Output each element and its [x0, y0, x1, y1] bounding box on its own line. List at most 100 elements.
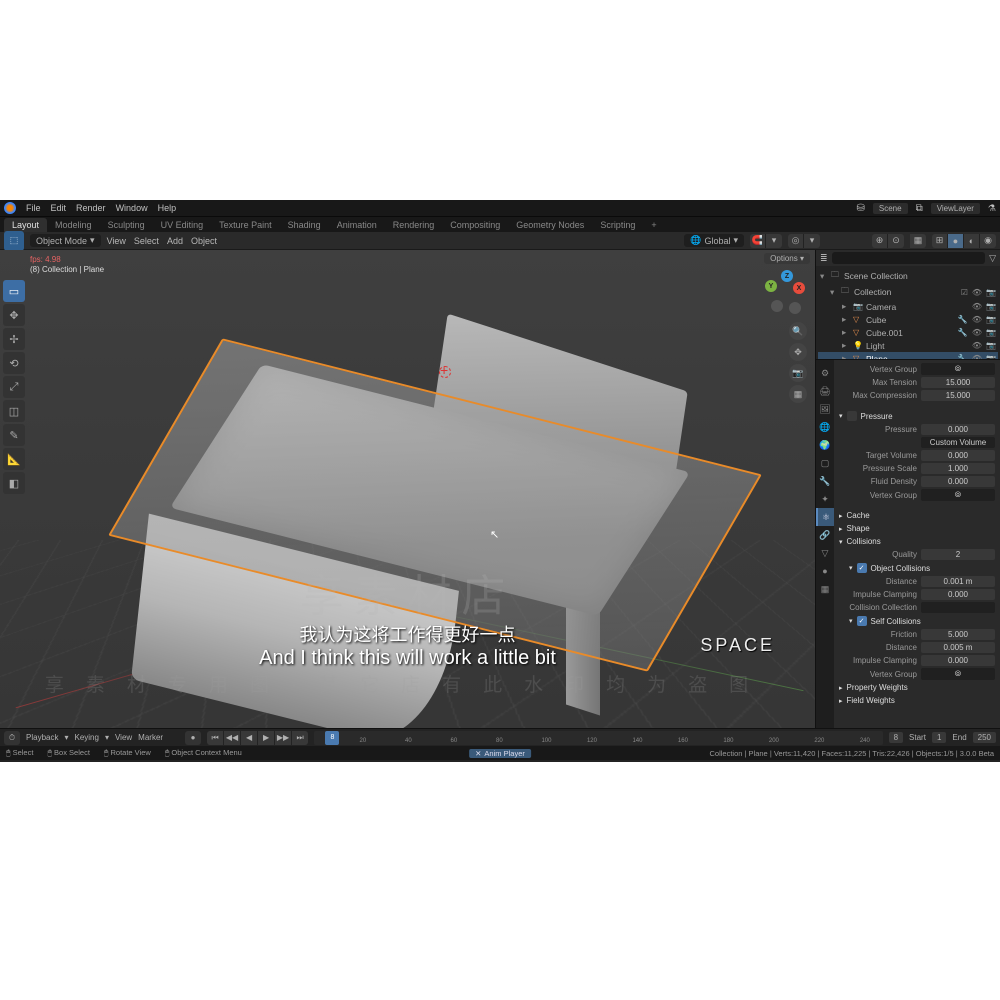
timeline-ruler[interactable]: 8 20 40 60 80 100 120 140 160 180 200 22…	[314, 731, 883, 745]
tab-geometry-nodes[interactable]: Geometry Nodes	[508, 218, 592, 232]
menu-marker[interactable]: Marker	[138, 733, 163, 742]
menu-view[interactable]: View	[107, 236, 126, 246]
zoom-icon[interactable]: 🔍	[789, 322, 807, 340]
menu-window[interactable]: Window	[116, 203, 148, 213]
snap-toggle[interactable]: 🧲	[750, 234, 766, 248]
tab-shading[interactable]: Shading	[280, 218, 329, 232]
ptab-material[interactable]: ●	[816, 562, 834, 580]
menu-edit[interactable]: Edit	[51, 203, 67, 213]
menu-keying[interactable]: Keying	[74, 733, 98, 742]
field-distance[interactable]: 0.001 m	[921, 576, 995, 587]
field-custom-volume[interactable]: Custom Volume	[921, 437, 995, 448]
section-shape[interactable]: ▸Shape	[839, 522, 995, 535]
tool-select-box[interactable]: ▭	[3, 280, 25, 302]
next-keyframe-button[interactable]: ▶▶	[275, 731, 291, 745]
menu-render[interactable]: Render	[76, 203, 106, 213]
filter-icon[interactable]: ⚗	[988, 203, 996, 214]
field-friction[interactable]: 5.000	[921, 629, 995, 640]
menu-playback[interactable]: Playback	[26, 733, 58, 742]
tab-add[interactable]: +	[643, 218, 664, 232]
field-max-tension[interactable]: 15.000	[921, 377, 995, 388]
auto-keying[interactable]: ●	[185, 731, 201, 745]
viewlayer-name-field[interactable]: ViewLayer	[931, 203, 980, 214]
start-frame-field[interactable]: 1	[932, 732, 946, 743]
section-object-collisions[interactable]: ▾✓Object Collisions	[839, 561, 995, 575]
ptab-particles[interactable]: ✦	[816, 490, 834, 508]
eye-icon[interactable]: 👁	[972, 302, 982, 311]
tool-move[interactable]: ✢	[3, 328, 25, 350]
tool-measure[interactable]: 📐	[3, 448, 25, 470]
mode-dropdown[interactable]: Object Mode ▾	[30, 234, 101, 247]
outliner-editor-icon[interactable]: ≣	[820, 253, 828, 264]
ptab-texture[interactable]: ▦	[816, 580, 834, 598]
menu-select[interactable]: Select	[134, 236, 159, 246]
tab-layout[interactable]: Layout	[4, 218, 47, 232]
tree-item-cube[interactable]: ▸▽Cube🔧👁📷	[818, 313, 998, 326]
outliner-search[interactable]	[832, 252, 986, 264]
checkbox-pressure[interactable]	[847, 411, 857, 421]
shading-rendered[interactable]: ◉	[980, 234, 996, 248]
camera-view-icon[interactable]: 📷	[789, 364, 807, 382]
menu-object[interactable]: Object	[191, 236, 217, 246]
ptab-scene[interactable]: 🌐	[816, 418, 834, 436]
timeline-editor-icon[interactable]: ⏱	[4, 731, 20, 745]
section-pressure[interactable]: ▾Pressure	[839, 409, 995, 423]
section-property-weights[interactable]: ▸Property Weights	[839, 681, 995, 694]
close-icon[interactable]: ✕	[475, 749, 481, 758]
current-frame-field[interactable]: 8	[889, 732, 903, 743]
pan-icon[interactable]: ✥	[789, 343, 807, 361]
gizmo-x-axis[interactable]: X	[793, 282, 805, 294]
navigation-gizmo[interactable]: Z Y X	[763, 272, 807, 316]
checkbox-icon[interactable]: ☑	[961, 288, 968, 297]
field-pressure-scale[interactable]: 1.000	[921, 463, 995, 474]
ptab-physics[interactable]: ⚛	[816, 508, 834, 526]
field-fluid-density[interactable]: 0.000	[921, 476, 995, 487]
render-icon[interactable]: 📷	[986, 288, 996, 297]
eye-icon[interactable]: 👁	[972, 341, 982, 350]
section-cache[interactable]: ▸Cache	[839, 509, 995, 522]
menu-file[interactable]: File	[26, 203, 41, 213]
scene-browse-icon[interactable]: ⛁	[856, 203, 864, 214]
tab-rendering[interactable]: Rendering	[385, 218, 443, 232]
scene-name-field[interactable]: Scene	[873, 203, 908, 214]
section-self-collisions[interactable]: ▾✓Self Collisions	[839, 614, 995, 628]
viewport-canvas[interactable]: ↖	[0, 250, 815, 728]
field-impulse-clamping2[interactable]: 0.000	[921, 655, 995, 666]
tab-uv-editing[interactable]: UV Editing	[153, 218, 212, 232]
tree-item-plane[interactable]: ▸▽Plane🔧👁📷	[818, 352, 998, 360]
playhead[interactable]: 8	[325, 731, 339, 745]
gizmo-neg-axis2[interactable]	[789, 302, 801, 314]
section-field-weights[interactable]: ▸Field Weights	[839, 694, 995, 707]
shading-wireframe[interactable]: ⊞	[932, 234, 948, 248]
play-button[interactable]: ▶	[258, 731, 274, 745]
tree-collection[interactable]: ▾🗀Collection☑👁📷	[818, 284, 998, 300]
tree-item-cube001[interactable]: ▸▽Cube.001🔧👁📷	[818, 326, 998, 339]
menu-add[interactable]: Add	[167, 236, 183, 246]
overlay-toggle[interactable]: ⊙	[888, 234, 904, 248]
shading-material[interactable]: ◐	[964, 234, 980, 248]
tree-item-camera[interactable]: ▸📷Camera👁📷	[818, 300, 998, 313]
tool-annotate[interactable]: ✎	[3, 424, 25, 446]
tab-scripting[interactable]: Scripting	[592, 218, 643, 232]
tree-scene-collection[interactable]: ▾🗀Scene Collection	[818, 268, 998, 284]
jump-start-button[interactable]: ⏮	[207, 731, 223, 745]
eye-icon[interactable]: 👁	[972, 315, 982, 324]
anim-player-badge[interactable]: ✕Anim Player	[469, 749, 531, 758]
field-target-volume[interactable]: 0.000	[921, 450, 995, 461]
render-icon[interactable]: 📷	[986, 302, 996, 311]
field-self-distance[interactable]: 0.005 m	[921, 642, 995, 653]
options-dropdown[interactable]: Options ▾	[764, 253, 810, 264]
tool-transform[interactable]: ◫	[3, 400, 25, 422]
menu-view-tl[interactable]: View	[115, 733, 132, 742]
tool-cursor[interactable]: ✥	[3, 304, 25, 326]
proportional-type[interactable]: ▾	[804, 234, 820, 248]
tab-modeling[interactable]: Modeling	[47, 218, 100, 232]
tab-animation[interactable]: Animation	[329, 218, 385, 232]
snap-type[interactable]: ▾	[766, 234, 782, 248]
xray-toggle[interactable]: ▦	[910, 234, 926, 248]
tab-compositing[interactable]: Compositing	[442, 218, 508, 232]
ptab-render[interactable]: ⚙	[816, 364, 834, 382]
render-icon[interactable]: 📷	[986, 315, 996, 324]
menu-help[interactable]: Help	[158, 203, 177, 213]
field-quality[interactable]: 2	[921, 549, 995, 560]
